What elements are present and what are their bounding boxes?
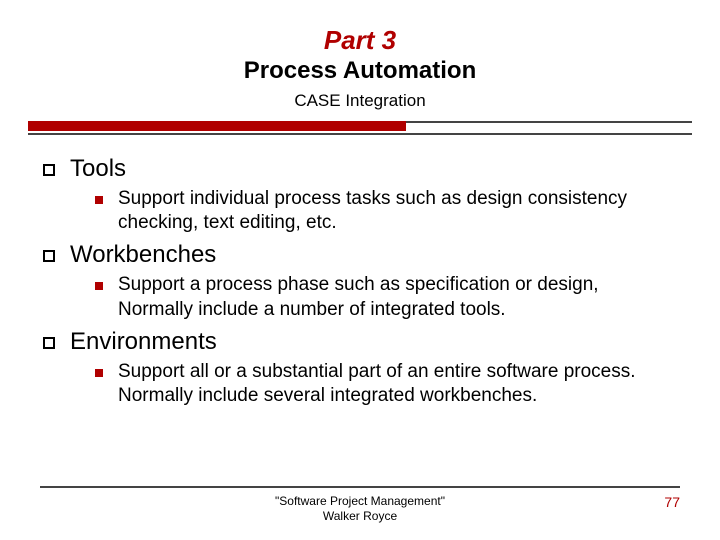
slide-header: Part 3 Process Automation CASE Integrati… — [0, 0, 720, 111]
list-item: Environments — [38, 328, 682, 356]
part-label: Part 3 — [0, 26, 720, 55]
solid-square-icon — [92, 279, 106, 293]
list-subitem-body: Support individual process tasks such as… — [118, 187, 678, 236]
footer-divider — [40, 486, 680, 488]
footer: "Software Project Management" Walker Roy… — [0, 486, 720, 524]
solid-square-icon — [92, 193, 106, 207]
divider-line — [406, 121, 692, 133]
page-number: 77 — [630, 494, 680, 510]
list-subitem-body: Support a process phase such as specific… — [118, 273, 678, 322]
footer-source: "Software Project Management" Walker Roy… — [90, 494, 630, 524]
hollow-square-icon — [38, 332, 60, 354]
list-item: Workbenches — [38, 241, 682, 269]
list-subitem-body: Support all or a substantial part of an … — [118, 360, 678, 409]
list-item-title: Environments — [70, 328, 217, 356]
divider-band — [28, 121, 692, 135]
footer-row: "Software Project Management" Walker Roy… — [40, 494, 680, 524]
list-subitem: Support a process phase such as specific… — [92, 273, 682, 322]
list-item-title: Workbenches — [70, 241, 216, 269]
case-label: CASE Integration — [0, 91, 720, 111]
footer-source-line2: Walker Royce — [323, 509, 397, 523]
content: Tools Support individual process tasks s… — [0, 135, 720, 409]
list-item: Tools — [38, 155, 682, 183]
footer-source-line1: "Software Project Management" — [275, 494, 445, 508]
list-item-title: Tools — [70, 155, 126, 183]
list-subitem: Support individual process tasks such as… — [92, 187, 682, 236]
list-subitem: Support all or a substantial part of an … — [92, 360, 682, 409]
hollow-square-icon — [38, 245, 60, 267]
subtitle: Process Automation — [0, 57, 720, 85]
hollow-square-icon — [38, 159, 60, 181]
solid-square-icon — [92, 366, 106, 380]
slide: Part 3 Process Automation CASE Integrati… — [0, 0, 720, 540]
divider-red — [28, 121, 406, 131]
